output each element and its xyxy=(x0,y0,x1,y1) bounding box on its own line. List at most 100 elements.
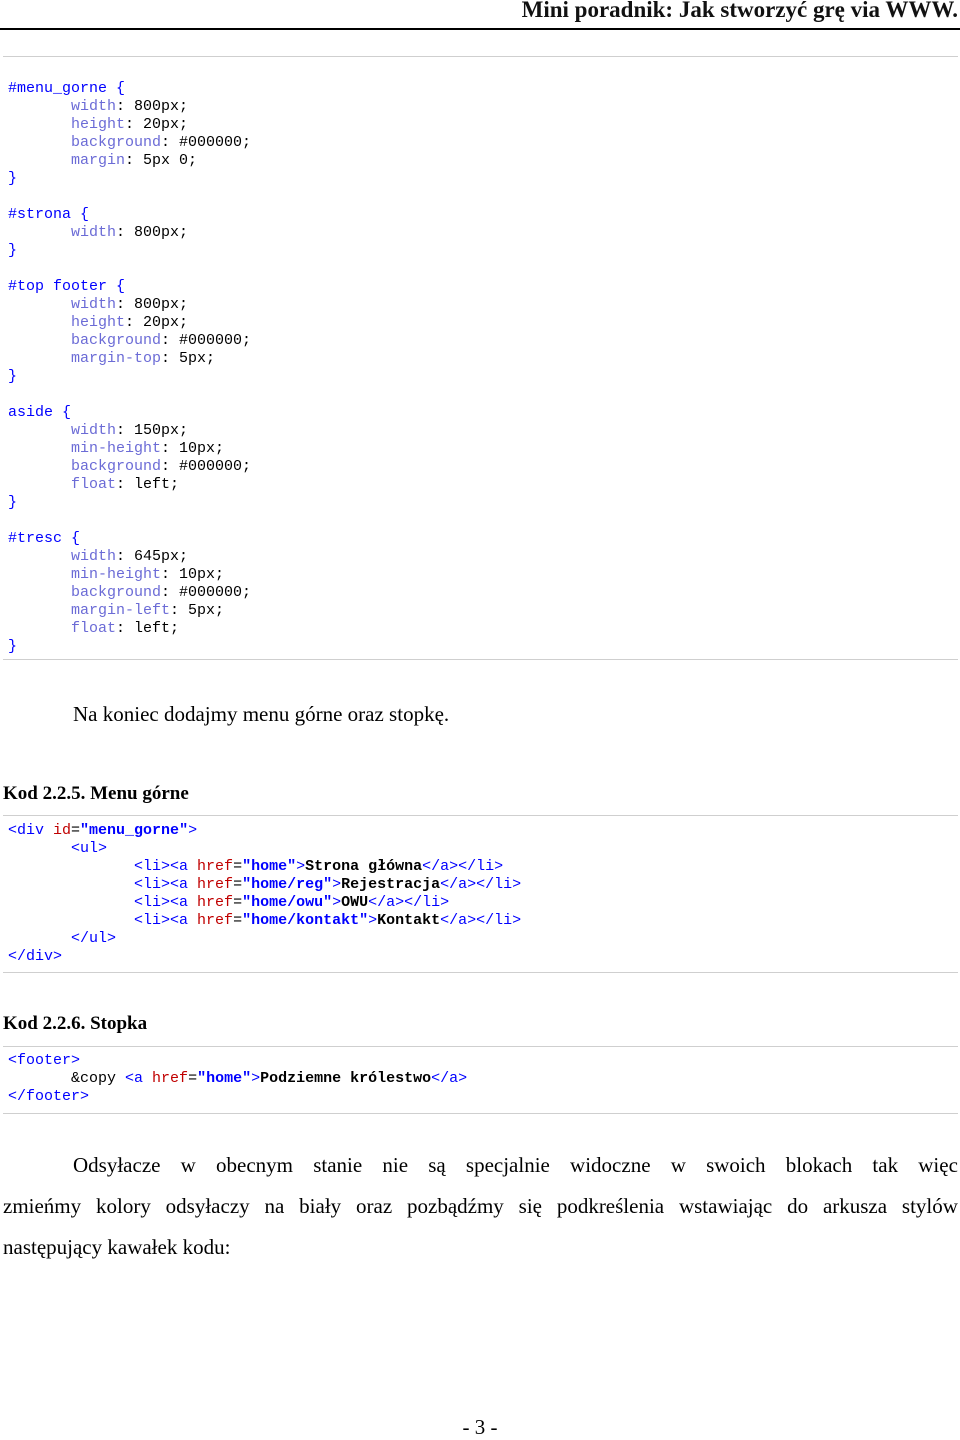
code-token: : 5px; xyxy=(161,350,216,367)
code-token: = xyxy=(233,858,243,875)
word: nie xyxy=(382,1153,409,1177)
code-token: > xyxy=(188,822,198,839)
code-token: href xyxy=(197,912,234,929)
code-line: min-height: 10px; xyxy=(8,440,251,458)
page-number: - 3 - xyxy=(462,1415,498,1439)
code-line: </div> xyxy=(8,948,521,966)
code-line: #top footer { xyxy=(8,278,251,296)
code-token: : 10px; xyxy=(161,440,225,457)
code-token: background xyxy=(71,584,162,601)
word: podkreślenia xyxy=(556,1194,665,1218)
code-token: : 800px; xyxy=(116,98,189,115)
code-line: background: #000000; xyxy=(8,332,251,350)
code-token: <li><a xyxy=(134,876,198,893)
code-token: height xyxy=(71,116,126,133)
word: specjalnie xyxy=(465,1153,550,1177)
code-line: <ul> xyxy=(8,840,521,858)
code-token: width xyxy=(71,296,117,313)
code-token: : 10px; xyxy=(161,566,225,583)
footer-code-block: <footer> &copy <a href="home">Podziemne … xyxy=(3,1046,958,1114)
code-token: : 5px; xyxy=(170,602,225,619)
code-token: margin xyxy=(71,152,126,169)
code-token: min-height xyxy=(71,566,162,583)
code-token: </a></li> xyxy=(440,876,522,893)
code-token: "home/reg" xyxy=(242,876,333,893)
code-token: : 645px; xyxy=(116,548,189,565)
code-token: href xyxy=(197,894,234,911)
code-token: : #000000; xyxy=(161,584,252,601)
code-line: margin-top: 5px; xyxy=(8,350,251,368)
code-line: float: left; xyxy=(8,476,251,494)
word: swoich xyxy=(706,1153,766,1177)
code-token: = xyxy=(71,822,81,839)
code-token: </div> xyxy=(8,948,63,965)
code-line: height: 20px; xyxy=(8,116,251,134)
word: obecnym xyxy=(216,1153,293,1177)
code-token: : left; xyxy=(116,620,180,637)
code-lines: <div id="menu_gorne"> <ul> <li><a href="… xyxy=(8,822,521,966)
code-token: Rejestracja xyxy=(341,876,441,893)
code-line: #menu_gorne { xyxy=(8,80,251,98)
code-line: width: 800px; xyxy=(8,224,251,242)
code-token: float xyxy=(71,620,117,637)
code-line: <li><a href="home/reg">Rejestracja</a></… xyxy=(8,876,521,894)
code-token: width xyxy=(71,548,117,565)
code-token: href xyxy=(197,876,234,893)
word: biały xyxy=(299,1194,342,1218)
code-token: = xyxy=(233,876,243,893)
code-token: Strona główna xyxy=(305,858,423,875)
code-line: </footer> xyxy=(8,1088,467,1106)
code-token: } xyxy=(8,368,18,385)
word: Odsyłacze xyxy=(73,1153,161,1177)
code-token: href xyxy=(152,1070,189,1087)
code-token: background xyxy=(71,332,162,349)
code-line: } xyxy=(8,494,251,512)
code-caption-footer: Kod 2.2.6. Stopka xyxy=(3,1013,148,1034)
code-line: <footer> xyxy=(8,1052,467,1070)
code-token: <a xyxy=(125,1070,153,1087)
code-token: <li><a xyxy=(134,894,198,911)
code-line: } xyxy=(8,170,251,188)
code-token: <div xyxy=(8,822,54,839)
word: oraz xyxy=(356,1194,393,1218)
code-token: min-height xyxy=(71,440,162,457)
code-line: background: #000000; xyxy=(8,458,251,476)
code-token: : 20px; xyxy=(125,116,189,133)
code-token: id xyxy=(53,822,72,839)
code-token: </a> xyxy=(431,1070,468,1087)
word: zmieńmy xyxy=(3,1194,82,1218)
code-token: width xyxy=(71,422,117,439)
code-lines: #menu_gorne { width: 800px; height: 20px… xyxy=(8,80,251,656)
code-token: > xyxy=(368,912,378,929)
code-token: aside { xyxy=(8,404,72,421)
code-token: > xyxy=(332,876,342,893)
page-header: Mini poradnik: Jak stworzyć grę via WWW. xyxy=(0,0,960,30)
code-line: <li><a href="home/kontakt">Kontakt</a></… xyxy=(8,912,521,930)
code-token: : 800px; xyxy=(116,224,189,241)
document-title: Mini poradnik: Jak stworzyć grę via WWW. xyxy=(521,0,958,22)
code-token: &copy xyxy=(8,1070,126,1087)
code-token: </footer> xyxy=(8,1088,90,1105)
word: pozbądźmy xyxy=(407,1194,504,1218)
links-paragraph-line-2: zmieńmy kolory odsyłaczy na biały oraz pozbądź… xyxy=(3,1194,958,1219)
code-line: width: 150px; xyxy=(8,422,251,440)
menu-code-block: <div id="menu_gorne"> <ul> <li><a href="… xyxy=(3,815,958,973)
code-token: : left; xyxy=(116,476,180,493)
code-line: <div id="menu_gorne"> xyxy=(8,822,521,840)
code-token: "home" xyxy=(197,1070,252,1087)
code-token: <ul> xyxy=(71,840,108,857)
links-paragraph-line-1: Odsyłacze w obecnym stanie nie są specjalnie wi… xyxy=(73,1153,958,1178)
word: odsyłaczy xyxy=(165,1194,250,1218)
